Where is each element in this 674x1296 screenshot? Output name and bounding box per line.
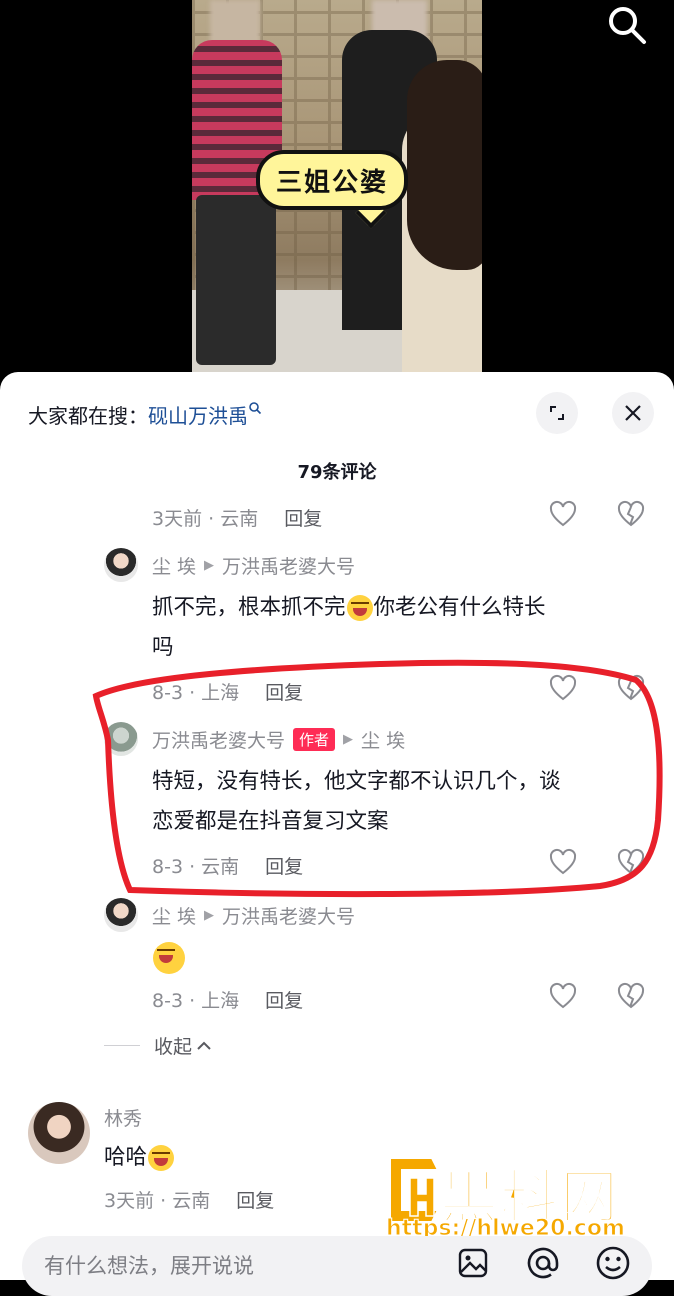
video-frame: 三姐公婆 — [192, 0, 482, 372]
reply-button[interactable]: 回复 — [265, 990, 303, 1012]
close-icon — [625, 405, 641, 421]
expand-icon — [550, 406, 564, 420]
comment-count: 79条评论 — [297, 462, 377, 483]
person-figure — [196, 195, 276, 365]
comment-time-location: 8-3 · 上海 — [152, 682, 240, 704]
dislike-broken-heart-icon[interactable] — [616, 500, 646, 528]
video-player[interactable]: 三姐公婆 — [0, 0, 674, 380]
dislike-broken-heart-icon[interactable] — [616, 982, 646, 1010]
comment-text-part: 抓不完，根本抓不完 — [152, 595, 346, 620]
search-small-icon — [249, 402, 262, 415]
like-heart-icon[interactable] — [548, 982, 578, 1010]
fullscreen-button[interactable] — [536, 392, 578, 434]
speech-bubble-text: 三姐公婆 — [275, 167, 388, 198]
reply-button[interactable]: 回复 — [265, 682, 303, 704]
image-icon[interactable] — [456, 1246, 490, 1280]
person-hair — [407, 60, 482, 270]
comment-text — [152, 938, 186, 978]
avatar[interactable] — [104, 898, 138, 932]
comment-meta: 8-3 · 上海 回复 — [152, 678, 303, 705]
comment-author[interactable]: 尘 埃 — [152, 902, 196, 929]
comment-author[interactable]: 尘 埃 — [152, 552, 196, 579]
comment-text: 抓不完，根本抓不完 你老公有什么特长 吗 — [152, 588, 632, 668]
avatar[interactable] — [104, 548, 138, 582]
dislike-broken-heart-icon[interactable] — [616, 848, 646, 876]
emoji-icon[interactable] — [594, 1244, 632, 1282]
comment-author[interactable]: 林秀 — [104, 1104, 142, 1131]
comment-author-line: 万洪禹老婆大号 作者 ▶ 尘 埃 — [152, 726, 405, 753]
comment-meta: 8-3 · 上海 回复 — [152, 986, 303, 1013]
avatar[interactable] — [104, 722, 138, 756]
reply-button[interactable]: 回复 — [236, 1190, 274, 1212]
comment-time-location: 8-3 · 上海 — [152, 990, 240, 1012]
reply-arrow-icon: ▶ — [343, 732, 354, 747]
comment-text: 哈哈 — [104, 1138, 175, 1178]
comment-text-part: 哈哈 — [104, 1145, 148, 1170]
like-heart-icon[interactable] — [548, 674, 578, 702]
search-suggestion-keyword[interactable]: 砚山万洪禹 — [148, 404, 248, 428]
comment-author-line: 尘 埃 ▶ 万洪禹老婆大号 — [152, 902, 355, 929]
comment-text-part: 你老公有什么特长 — [373, 595, 546, 620]
reply-arrow-icon: ▶ — [204, 558, 215, 573]
comment-meta: 3天前 · 云南 回复 — [104, 1186, 274, 1213]
comment-time-location: 3天前 · 云南 — [152, 508, 259, 530]
like-heart-icon[interactable] — [548, 848, 578, 876]
collapse-label: 收起 — [154, 1036, 193, 1058]
laughing-crying-emoji-icon — [153, 942, 185, 974]
dislike-broken-heart-icon[interactable] — [616, 674, 646, 702]
chevron-up-icon — [197, 1041, 211, 1050]
comment-time-location: 8-3 · 云南 — [152, 856, 240, 878]
comment-meta: 3天前 · 云南 回复 — [152, 504, 322, 531]
mention-icon[interactable] — [524, 1244, 562, 1282]
speech-bubble: 三姐公婆 — [256, 150, 408, 210]
author-badge: 作者 — [293, 728, 336, 751]
reply-target[interactable]: 尘 埃 — [361, 726, 405, 753]
comment-input-placeholder[interactable]: 有什么想法，展开说说 — [44, 1250, 254, 1280]
search-suggestion[interactable]: 大家都在搜：砚山万洪禹 — [28, 400, 262, 429]
comment-time-location: 3天前 · 云南 — [104, 1190, 211, 1212]
collapse-replies-button[interactable]: 收起 — [104, 1032, 212, 1059]
reply-button[interactable]: 回复 — [284, 508, 322, 530]
comment-author[interactable]: 万洪禹老婆大号 — [152, 726, 285, 753]
laughing-crying-emoji-icon — [346, 595, 373, 621]
comment-text: 特短，没有特长，他文字都不认识几个，谈 恋爱都是在抖音复习文案 — [152, 762, 652, 842]
comment-text-part: 吗 — [152, 635, 174, 660]
comment-author-line: 林秀 — [104, 1104, 142, 1131]
reply-target[interactable]: 万洪禹老婆大号 — [222, 552, 355, 579]
close-button[interactable] — [612, 392, 654, 434]
comment-text-line: 特短，没有特长，他文字都不认识几个，谈 — [152, 769, 561, 794]
search-icon[interactable] — [604, 2, 648, 46]
laughing-crying-emoji-icon — [148, 1145, 175, 1171]
comment-text-line: 恋爱都是在抖音复习文案 — [152, 809, 389, 834]
reply-arrow-icon: ▶ — [204, 908, 215, 923]
comment-author-line: 尘 埃 ▶ 万洪禹老婆大号 — [152, 552, 355, 579]
avatar[interactable] — [28, 1102, 90, 1164]
reply-target[interactable]: 万洪禹老婆大号 — [222, 902, 355, 929]
search-suggestion-prefix: 大家都在搜： — [28, 404, 148, 428]
divider — [104, 1045, 140, 1046]
reply-button[interactable]: 回复 — [265, 856, 303, 878]
comment-meta: 8-3 · 云南 回复 — [152, 852, 303, 879]
like-heart-icon[interactable] — [548, 500, 578, 528]
